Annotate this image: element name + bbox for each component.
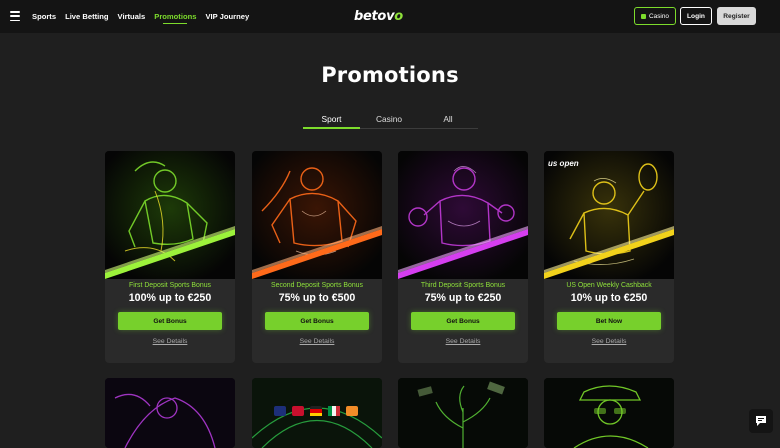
- tab-sport[interactable]: Sport: [303, 113, 360, 129]
- see-details-link[interactable]: See Details: [544, 338, 674, 345]
- get-bonus-button[interactable]: Get Bonus: [265, 312, 369, 330]
- promo-amount: 75% up to €500: [278, 292, 356, 304]
- promo-card-partial[interactable]: [544, 378, 674, 448]
- promo-image-tennis: us open: [544, 151, 674, 279]
- promo-image-green-player: [544, 378, 674, 448]
- promo-amount: 75% up to €250: [424, 292, 502, 304]
- promo-card: First Deposit Sports Bonus 100% up to €2…: [105, 151, 235, 363]
- get-bonus-button[interactable]: Get Bonus: [118, 312, 222, 330]
- promo-image-flags: [252, 378, 382, 448]
- tab-casino[interactable]: Casino: [360, 113, 418, 129]
- casino-button[interactable]: Casino: [634, 7, 676, 25]
- promo-image-basketball: [252, 151, 382, 279]
- promo-image-cash-plant: [398, 378, 528, 448]
- page-title: Promotions: [321, 63, 459, 87]
- promo-subtitle: First Deposit Sports Bonus: [129, 282, 211, 289]
- promo-subtitle: Third Deposit Sports Bonus: [420, 282, 506, 289]
- see-details-link[interactable]: See Details: [105, 338, 235, 345]
- promo-tabs: Sport Casino All: [303, 113, 478, 129]
- register-button[interactable]: Register: [717, 7, 756, 25]
- promo-amount: 10% up to €250: [570, 292, 648, 304]
- promo-card: us open US Open Weekly Cashback 10% up t…: [544, 151, 674, 363]
- nav-live-betting[interactable]: Live Betting: [65, 12, 108, 21]
- menu-icon[interactable]: [10, 11, 20, 21]
- promo-subtitle: Second Deposit Sports Bonus: [271, 282, 363, 289]
- see-details-link[interactable]: See Details: [252, 338, 382, 345]
- promo-subtitle: US Open Weekly Cashback: [566, 282, 652, 289]
- us-open-badge: us open: [548, 159, 579, 168]
- promo-card-partial[interactable]: [252, 378, 382, 448]
- chat-icon[interactable]: [749, 409, 773, 433]
- get-bonus-button[interactable]: Get Bonus: [411, 312, 515, 330]
- promo-amount: 100% up to €250: [128, 292, 212, 304]
- promo-card-partial[interactable]: [398, 378, 528, 448]
- nav-virtuals[interactable]: Virtuals: [118, 12, 146, 21]
- promo-card: Second Deposit Sports Bonus 75% up to €5…: [252, 151, 382, 363]
- promo-card: Third Deposit Sports Bonus 75% up to €25…: [398, 151, 528, 363]
- see-details-link[interactable]: See Details: [398, 338, 528, 345]
- login-button[interactable]: Login: [680, 7, 712, 25]
- betovo-logo[interactable]: betovo: [354, 9, 403, 24]
- promo-card-partial[interactable]: [105, 378, 235, 448]
- tab-all[interactable]: All: [418, 113, 478, 129]
- main-nav: Sports Live Betting Virtuals Promotions …: [32, 0, 249, 33]
- bet-now-button[interactable]: Bet Now: [557, 312, 661, 330]
- nav-vip-journey[interactable]: VIP Journey: [205, 12, 249, 21]
- promo-image-purple-athlete: [105, 378, 235, 448]
- nav-promotions[interactable]: Promotions: [154, 12, 196, 24]
- casino-label: Casino: [649, 12, 669, 20]
- nav-sports[interactable]: Sports: [32, 12, 56, 21]
- promo-image-football: [105, 151, 235, 279]
- promo-image-boxing: [398, 151, 528, 279]
- casino-icon: [641, 13, 647, 19]
- top-bar: Sports Live Betting Virtuals Promotions …: [0, 0, 780, 33]
